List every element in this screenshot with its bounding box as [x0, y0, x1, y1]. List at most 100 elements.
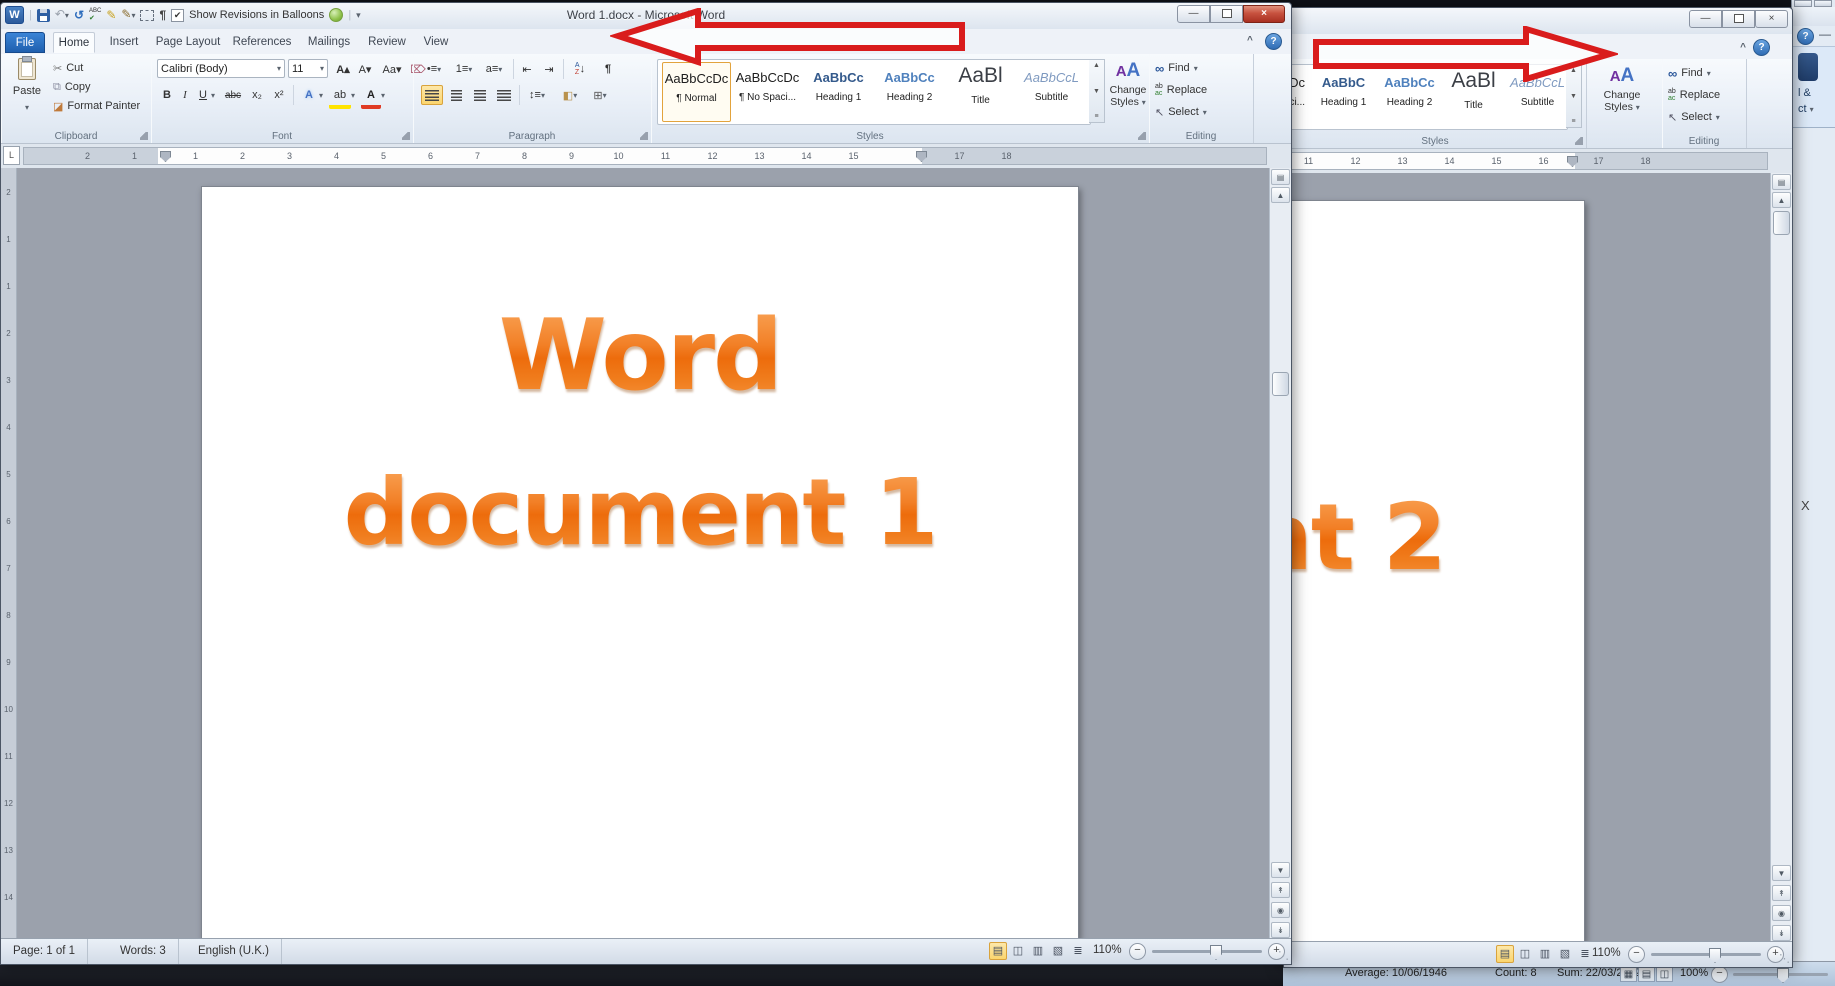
excel-zoom-slider-thumb[interactable] — [1777, 968, 1789, 983]
tab-file[interactable]: File — [5, 32, 45, 53]
align-center-button[interactable] — [445, 85, 467, 105]
paragraph-dialog-launcher[interactable] — [640, 132, 648, 140]
h-ruler-1[interactable]: 21 123456789101112131415 1718 — [23, 147, 1267, 165]
borders-button[interactable]: ⊞▾ — [587, 85, 613, 105]
help-icon[interactable]: ? — [1753, 39, 1770, 56]
increase-indent-button[interactable]: ⇥ — [539, 59, 559, 79]
outline-button[interactable]: ▧ — [1556, 945, 1574, 963]
excel-zoom-level[interactable]: 100% — [1680, 967, 1708, 979]
gallery-more-icon[interactable]: ≡ — [1571, 118, 1575, 125]
shrink-font-button[interactable]: A▾ — [354, 59, 376, 79]
v-ruler-1[interactable]: 21123456789101112131415 — [1, 168, 17, 939]
window2-document-area[interactable]: document 2 ▤ ▲ ▼ ↟ ◉ ↡ — [1284, 173, 1792, 942]
underline-dropdown[interactable]: ▾ — [211, 91, 215, 100]
superscript-button[interactable]: x² — [269, 85, 289, 105]
change-case-button[interactable]: Aa▾ — [379, 59, 405, 79]
tab-review[interactable]: Review — [363, 32, 411, 53]
tab-selector[interactable]: L — [3, 146, 20, 165]
style-item-subtitle[interactable]: AaBbCcL Subtitle — [1017, 62, 1086, 122]
styles-gallery-scroll[interactable]: ▲ ▼ ≡ — [1089, 59, 1105, 123]
style-item-no-spacing[interactable]: AaBbCcDc ¶ No Spaci... — [733, 62, 802, 122]
excel-zoom-out-button[interactable]: − — [1711, 966, 1728, 983]
copy-button[interactable]: ⧉ Copy — [53, 78, 91, 96]
excel-column-header-x[interactable]: X — [1801, 498, 1810, 513]
wordart-line-2[interactable]: document 1 — [202, 459, 1078, 566]
subscript-button[interactable]: x₂ — [247, 85, 267, 105]
ruler-toggle-button[interactable]: ▤ — [1772, 174, 1791, 190]
close-button[interactable]: × — [1755, 10, 1788, 28]
font-name-combo[interactable]: Calibri (Body) ▾ — [157, 59, 285, 78]
tab-home[interactable]: Home — [53, 32, 95, 53]
next-page-button[interactable]: ↡ — [1772, 925, 1791, 941]
scroll-down-button[interactable]: ▼ — [1271, 862, 1290, 878]
restore-button[interactable] — [1210, 5, 1243, 23]
previous-page-button[interactable]: ↟ — [1772, 885, 1791, 901]
web-layout-button[interactable]: ▥ — [1029, 942, 1047, 960]
scroll-up-button[interactable]: ▲ — [1772, 192, 1791, 208]
word-count-indicator[interactable]: Words: 3 — [108, 939, 179, 964]
gallery-down-icon[interactable]: ▼ — [1570, 93, 1577, 100]
find-button[interactable]: ∞ Find ▾ — [1668, 64, 1711, 82]
change-styles-button[interactable]: AA ChangeStyles ▾ — [1109, 60, 1147, 122]
document-page-1[interactable]: Word document 1 — [201, 186, 1079, 939]
multilevel-list-button[interactable]: a≡▾ — [481, 59, 507, 79]
select-button[interactable]: ↖ Select ▾ — [1668, 108, 1720, 126]
numbering-button[interactable]: 1≡▾ — [451, 59, 477, 79]
excel-find-select-group[interactable]: l & ct ▾ — [1792, 46, 1835, 128]
bold-button[interactable]: B — [159, 85, 175, 105]
decrease-indent-button[interactable]: ⇤ — [517, 59, 537, 79]
scrollbar-thumb[interactable] — [1773, 211, 1790, 235]
line-spacing-button[interactable]: ↕≡▾ — [523, 85, 551, 105]
sort-button[interactable]: AZ ↓ — [567, 59, 593, 79]
style-item-heading2[interactable]: AaBbCc Heading 2 — [875, 62, 944, 122]
draft-button[interactable]: ≣ — [1069, 942, 1087, 960]
fullscreen-reading-button[interactable]: ◫ — [1516, 945, 1534, 963]
highlight-button[interactable]: ab — [329, 85, 351, 109]
text-effects-button[interactable]: A — [299, 85, 319, 105]
italic-button[interactable]: I — [177, 85, 193, 105]
restore-button[interactable] — [1722, 10, 1755, 28]
collapse-ribbon-icon[interactable]: ^ — [1740, 42, 1746, 53]
excel-page-layout-view-button[interactable]: ▤ — [1638, 966, 1655, 982]
styles-dialog-launcher[interactable] — [1575, 137, 1583, 145]
fullscreen-reading-button[interactable]: ◫ — [1009, 942, 1027, 960]
scrollbar-1[interactable]: ▤ ▲ ▼ ↟ ◉ ↡ — [1269, 168, 1291, 939]
zoom-level[interactable]: 110% — [1592, 947, 1621, 959]
tab-page-layout[interactable]: Page Layout — [153, 32, 223, 53]
clipboard-dialog-launcher[interactable] — [140, 132, 148, 140]
excel-maximize-button[interactable] — [1814, 0, 1832, 7]
font-color-dropdown[interactable]: ▾ — [381, 91, 385, 100]
style-item-title[interactable]: AaBl Title — [946, 62, 1015, 122]
minimize-button[interactable]: — — [1177, 5, 1210, 23]
excel-ribbon-minimize-icon[interactable]: — — [1819, 27, 1831, 41]
gallery-down-icon[interactable]: ▼ — [1093, 88, 1100, 95]
zoom-out-button[interactable]: − — [1129, 943, 1146, 960]
tab-references[interactable]: References — [229, 32, 295, 53]
underline-button[interactable]: U — [195, 85, 211, 105]
wordart-text-2[interactable]: document 2 — [1284, 484, 1445, 591]
excel-page-break-view-button[interactable]: ◫ — [1656, 966, 1673, 982]
minimize-button[interactable]: — — [1689, 10, 1722, 28]
paste-button[interactable]: Paste ▾ — [7, 58, 47, 126]
font-size-combo[interactable]: 11 ▾ — [288, 59, 328, 78]
collapse-ribbon-icon[interactable]: ^ — [1247, 35, 1253, 46]
font-color-button[interactable]: A — [361, 85, 381, 109]
h-ruler-2[interactable]: 111213141516 1718 — [1284, 152, 1768, 170]
styles-dialog-launcher[interactable] — [1138, 132, 1146, 140]
excel-help-icon[interactable]: ? — [1797, 28, 1814, 45]
web-layout-button[interactable]: ▥ — [1536, 945, 1554, 963]
language-indicator[interactable]: English (U.K.) — [186, 939, 282, 964]
excel-normal-view-button[interactable]: ▦ — [1620, 966, 1637, 982]
replace-button[interactable]: abac Replace — [1668, 86, 1720, 104]
align-left-button[interactable] — [421, 85, 443, 105]
gallery-more-icon[interactable]: ≡ — [1094, 113, 1098, 120]
ruler-toggle-button[interactable]: ▤ — [1271, 169, 1290, 185]
bullets-button[interactable]: •≡▾ — [421, 59, 447, 79]
zoom-out-button[interactable]: − — [1628, 946, 1645, 963]
align-right-button[interactable] — [469, 85, 491, 105]
zoom-slider-thumb[interactable] — [1210, 945, 1222, 960]
resize-grip[interactable]: ⋱ — [1779, 952, 1790, 965]
zoom-slider[interactable] — [1152, 950, 1262, 953]
zoom-slider-thumb[interactable] — [1709, 948, 1721, 963]
replace-button[interactable]: abac Replace — [1155, 81, 1207, 99]
